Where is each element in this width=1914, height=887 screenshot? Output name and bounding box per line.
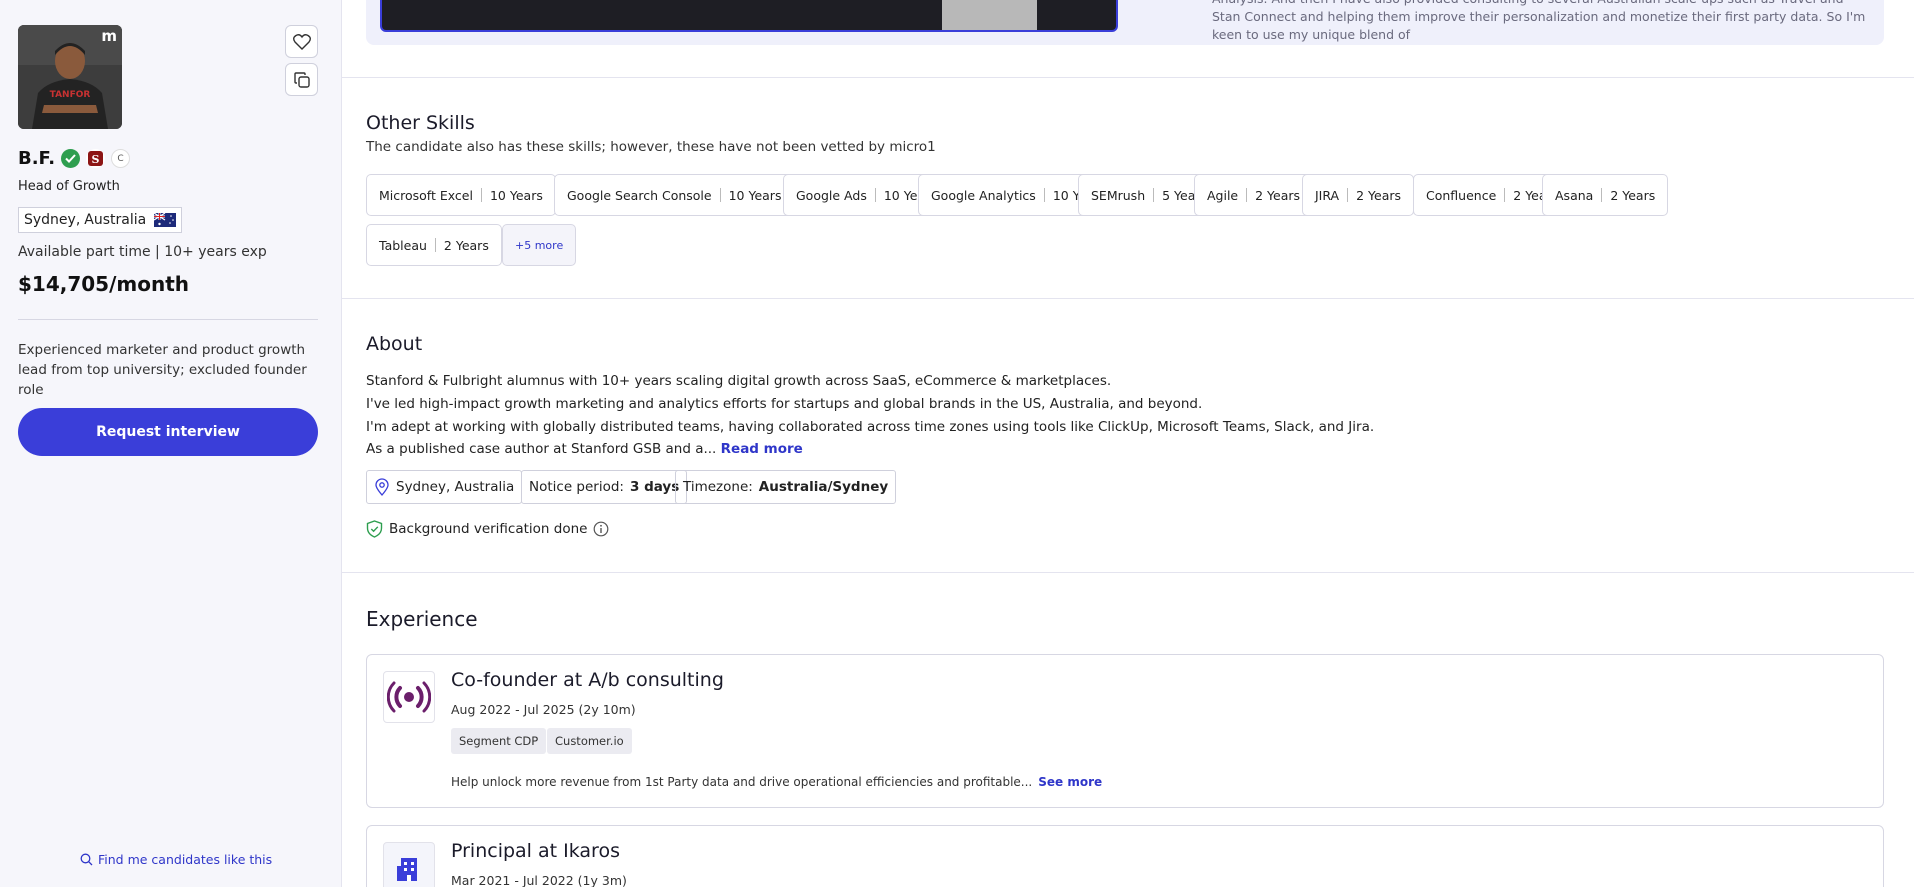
- find-similar-link[interactable]: Find me candidates like this: [80, 852, 272, 867]
- profile-sidebar: TANFOR m B.F. S C Head of Growth Sydney,…: [0, 0, 342, 887]
- about-line: Stanford & Fulbright alumnus with 10+ ye…: [366, 373, 1112, 389]
- experience-dates: Aug 2022 - Jul 2025 (2y 10m): [451, 702, 636, 717]
- skill-chip: Microsoft Excel 10 Years: [366, 174, 556, 216]
- timezone-value: Australia/Sydney: [758, 479, 889, 495]
- intro-video-player[interactable]: [380, 0, 1118, 32]
- location-chip: Sydney, Australia: [18, 207, 183, 233]
- see-more-link[interactable]: See more: [1038, 775, 1102, 789]
- about-line: As a published case author at Stanford G…: [366, 441, 717, 457]
- video-frame: [942, 0, 1037, 30]
- copy-icon: [293, 71, 310, 88]
- map-pin-icon: [375, 478, 389, 496]
- shield-check-icon: [366, 520, 383, 538]
- candidate-summary: Experienced marketer and product growth …: [18, 342, 307, 398]
- experience-title: Experience: [366, 607, 478, 631]
- read-more-link[interactable]: Read more: [721, 441, 803, 457]
- monthly-rate: $14,705/month: [18, 272, 190, 296]
- skill-name: Confluence: [1426, 187, 1497, 203]
- experience-title-text: Principal at Ikaros: [451, 840, 620, 862]
- other-skills-subtitle: The candidate also has these skills; how…: [366, 139, 936, 155]
- notice-period-chip: Notice period: 3 days: [521, 470, 688, 504]
- experience-description-row: Help unlock more revenue from 1st Party …: [451, 775, 1102, 789]
- experience-tag: Segment CDP: [451, 728, 547, 754]
- experience-description: Help unlock more revenue from 1st Party …: [451, 775, 1033, 789]
- experience-card: Co-founder at A/b consulting Aug 2022 - …: [366, 654, 1884, 808]
- availability-text: Available part time | 10+ years exp: [18, 244, 267, 260]
- broadcast-logo-icon: [387, 681, 431, 713]
- verification-label: Background verification done: [389, 521, 588, 537]
- about-location: Sydney, Australia: [396, 479, 515, 495]
- skill-chip: Tableau 2 Years: [366, 224, 502, 266]
- experience-card: Principal at Ikaros Mar 2021 - Jul 2022 …: [366, 825, 1884, 887]
- skill-chip: Asana 2 Years: [1542, 174, 1669, 216]
- location-country: Australia: [84, 212, 147, 228]
- company-badge: C: [111, 149, 131, 168]
- section-divider: [342, 298, 1914, 299]
- skill-years: 10 Years: [728, 187, 782, 203]
- candidate-name: B.F.: [18, 148, 56, 169]
- copy-button[interactable]: [285, 63, 318, 96]
- notice-period-value: 3 days: [629, 479, 680, 495]
- skill-name: Google Ads: [796, 187, 867, 203]
- verified-badge-icon: [61, 149, 81, 168]
- skill-years: 2 Years: [1255, 187, 1301, 203]
- svg-text:S: S: [92, 153, 100, 166]
- sidebar-divider: [18, 319, 318, 320]
- skill-name: JIRA: [1315, 187, 1340, 203]
- skill-years: 2 Years: [1356, 187, 1402, 203]
- video-transcript: Analysis. And then I have also provided …: [1212, 0, 1866, 42]
- company-logo: [383, 842, 435, 887]
- skill-name: SEMrush: [1091, 187, 1146, 203]
- candidate-name-row: B.F. S C: [18, 148, 131, 169]
- skill-name: Asana: [1555, 187, 1594, 203]
- australia-flag-icon: [154, 213, 177, 227]
- candidate-avatar: TANFOR m: [18, 25, 122, 129]
- timezone-chip: Timezone: Australia/Sydney: [675, 470, 897, 504]
- about-line: I've led high-impact growth marketing an…: [366, 396, 1203, 412]
- about-title: About: [366, 333, 423, 355]
- skill-name: Google Search Console: [567, 187, 712, 203]
- location-city: Sydney,: [24, 212, 81, 228]
- skill-years: 10 Years: [489, 187, 543, 203]
- main-content: Analysis. And then I have also provided …: [342, 0, 1914, 887]
- skill-years: 2 Years: [1610, 187, 1656, 203]
- skill-name: Microsoft Excel: [379, 187, 473, 203]
- company-logo: [383, 671, 435, 723]
- skill-years: 2 Years: [443, 237, 489, 253]
- search-icon: [80, 853, 93, 866]
- heart-icon: [292, 33, 311, 50]
- skill-chip: Agile 2 Years: [1194, 174, 1314, 216]
- skill-name: Agile: [1207, 187, 1239, 203]
- micro1-logo: m: [101, 27, 117, 45]
- stanford-badge-icon: S: [86, 149, 106, 168]
- about-line: I'm adept at working with globally distr…: [366, 419, 1375, 435]
- favorite-button[interactable]: [285, 25, 318, 58]
- background-verification: Background verification done: [366, 520, 609, 538]
- skill-chip: Google Search Console 10 Years: [554, 174, 795, 216]
- notice-period-label: Notice period:: [529, 479, 624, 495]
- building-icon: [397, 858, 417, 881]
- more-skills-button[interactable]: +5 more: [502, 224, 577, 266]
- location-info-chip: Sydney, Australia: [366, 470, 523, 504]
- other-skills-title: Other Skills: [366, 112, 475, 134]
- section-divider: [342, 572, 1914, 573]
- intro-video-card: Analysis. And then I have also provided …: [366, 0, 1884, 45]
- skill-name: Tableau: [379, 237, 427, 253]
- skill-chip: JIRA 2 Years: [1302, 174, 1415, 216]
- request-interview-button[interactable]: Request interview: [18, 408, 318, 456]
- candidate-role: Head of Growth: [18, 179, 120, 194]
- experience-title-text: Co-founder at A/b consulting: [451, 669, 724, 691]
- info-icon[interactable]: [593, 521, 609, 537]
- svg-text:TANFOR: TANFOR: [50, 90, 91, 100]
- experience-dates: Mar 2021 - Jul 2022 (1y 3m): [451, 873, 627, 887]
- skill-name: Google Analytics: [931, 187, 1036, 203]
- experience-tag: Customer.io: [547, 728, 632, 754]
- section-divider: [342, 77, 1914, 78]
- timezone-label: Timezone:: [683, 479, 753, 495]
- about-line-last: As a published case author at Stanford G…: [366, 441, 803, 457]
- find-similar-label: Find me candidates like this: [98, 852, 273, 867]
